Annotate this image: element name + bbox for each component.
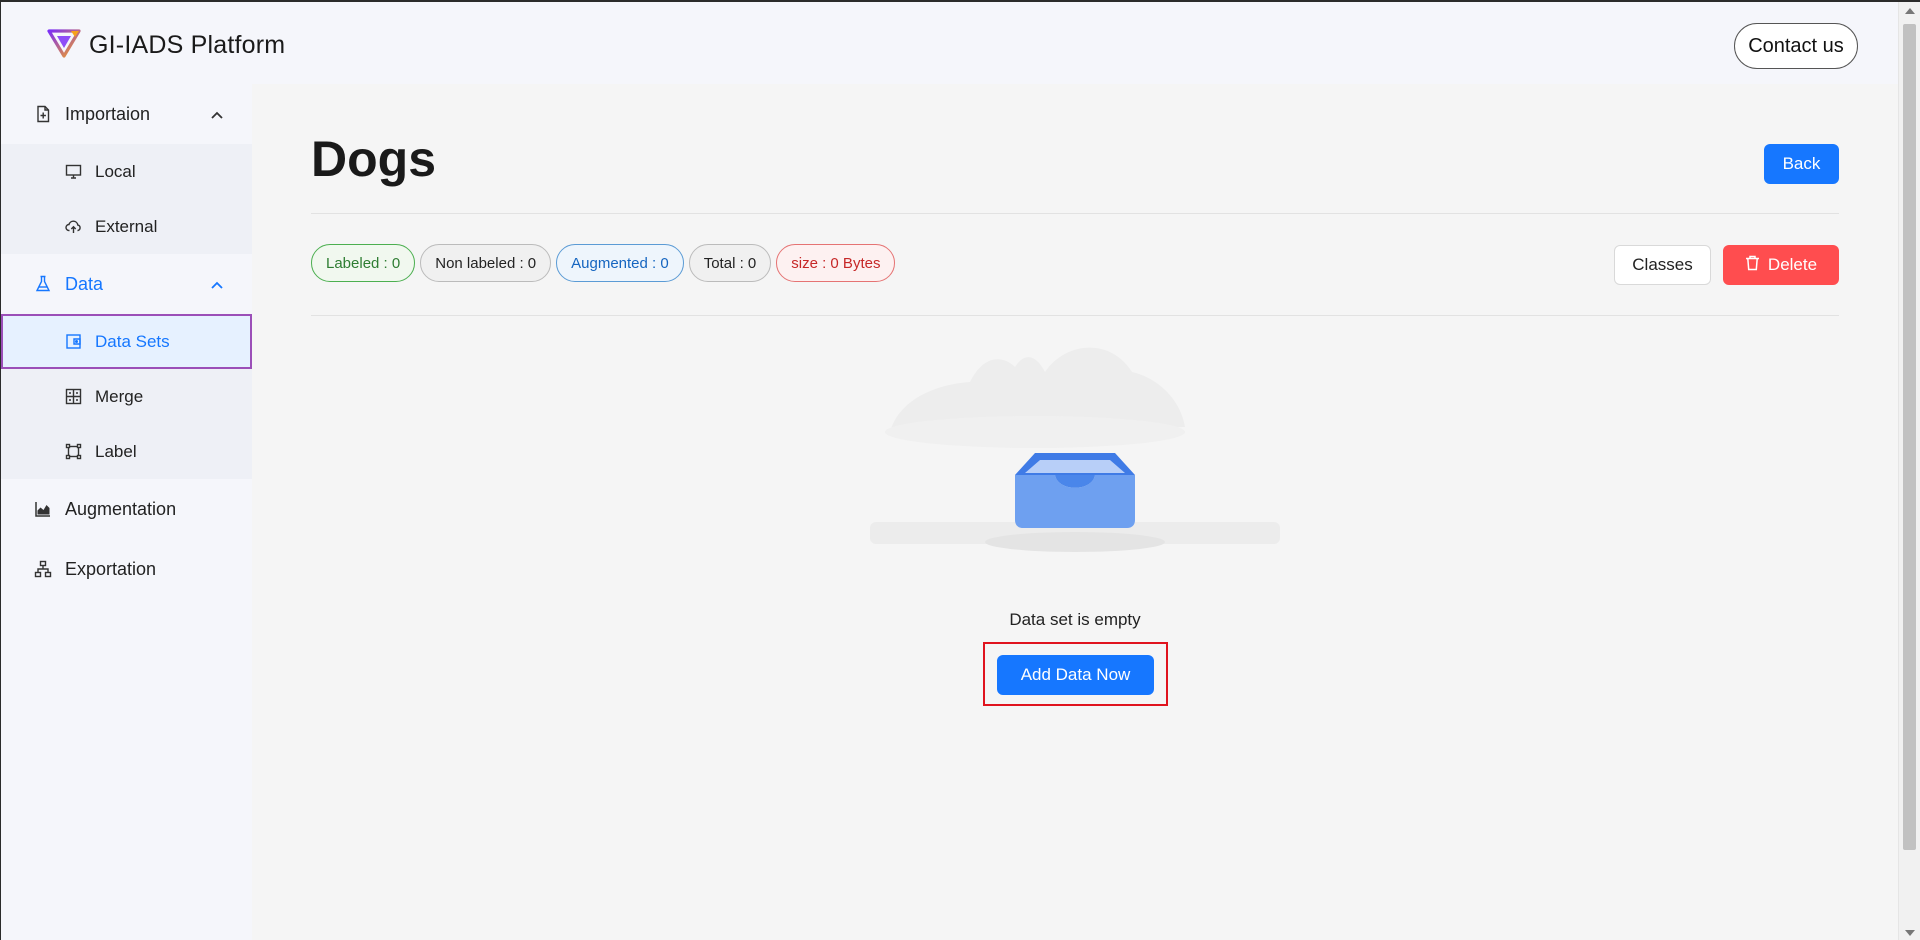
file-import-icon (34, 105, 52, 123)
divider (311, 213, 1839, 214)
sidebar-sublist-importaion: Local External (1, 144, 252, 254)
labeled-count-tag: Labeled : 0 (311, 244, 416, 282)
sidebar-item-label[interactable]: Label (1, 424, 252, 479)
delete-button[interactable]: Delete (1723, 245, 1839, 285)
divider (311, 315, 1839, 316)
dataset-icon (65, 333, 82, 350)
top-header: GI-IADS Platform Contact us (1, 2, 1898, 84)
cloud-upload-icon (65, 218, 82, 235)
contact-us-button[interactable]: Contact us (1734, 23, 1858, 69)
sidebar-item-merge[interactable]: Merge (1, 369, 252, 424)
empty-inbox-illustration (870, 342, 1280, 582)
augmented-count-tag: Augmented : 0 (556, 244, 684, 282)
sidebar-group-importaion[interactable]: Importaion (1, 84, 252, 144)
monitor-icon (65, 163, 82, 180)
stats-tags: Labeled : 0 Non labeled : 0 Augmented : … (311, 244, 896, 282)
sidebar-item-label: Data Sets (95, 331, 170, 351)
sidebar-item-external[interactable]: External (1, 199, 252, 254)
sidebar-item-label: Merge (95, 386, 144, 406)
area-chart-icon (34, 500, 52, 518)
vertical-scrollbar[interactable] (1898, 2, 1920, 940)
sidebar: Importaion Local External Data Data Sets… (1, 84, 252, 940)
scroll-up-icon[interactable] (1905, 8, 1915, 14)
scroll-thumb[interactable] (1903, 24, 1916, 850)
size-tag: size : 0 Bytes (776, 244, 896, 282)
sidebar-group-exportation[interactable]: Exportation (1, 539, 252, 599)
brand[interactable]: GI-IADS Platform (47, 28, 285, 62)
sitemap-icon (34, 560, 52, 578)
sidebar-item-label: External (95, 216, 158, 236)
chevron-up-icon[interactable] (210, 276, 224, 290)
sidebar-item-data-sets[interactable]: Data Sets (1, 314, 252, 369)
sidebar-group-augmentation[interactable]: Augmentation (1, 479, 252, 539)
delete-button-label: Delete (1767, 255, 1818, 274)
sidebar-group-data[interactable]: Data (1, 254, 252, 314)
merge-icon (65, 388, 82, 405)
total-count-tag: Total : 0 (688, 244, 772, 282)
sidebar-group-label: Augmentation (65, 498, 177, 519)
chevron-up-icon[interactable] (210, 106, 224, 120)
page-title: Dogs (311, 131, 436, 187)
highlight-box: Add Data Now (983, 642, 1168, 706)
label-icon (65, 443, 82, 460)
non-labeled-count-tag: Non labeled : 0 (420, 244, 552, 282)
sidebar-item-label: Local (95, 161, 136, 181)
sidebar-item-local[interactable]: Local (1, 144, 252, 199)
app-window: GI-IADS Platform Contact us Importaion L… (0, 0, 1920, 940)
sidebar-sublist-data: Data Sets Merge Label (1, 314, 252, 479)
logo-icon (47, 28, 81, 63)
sidebar-group-label: Data (65, 273, 104, 294)
scroll-down-icon[interactable] (1905, 930, 1915, 936)
trash-icon (1745, 255, 1760, 276)
sidebar-group-label: Importaion (65, 103, 151, 124)
empty-state-text: Data set is empty (1009, 610, 1141, 629)
brand-name: GI-IADS Platform (89, 30, 286, 59)
back-button[interactable]: Back (1764, 144, 1839, 184)
classes-button[interactable]: Classes (1614, 245, 1711, 285)
flask-icon (34, 275, 52, 293)
sidebar-item-label: Label (95, 441, 137, 461)
main-content: Dogs Back Labeled : 0 Non labeled : 0 Au… (252, 84, 1898, 940)
add-data-now-button[interactable]: Add Data Now (997, 655, 1154, 695)
sidebar-group-label: Exportation (65, 558, 157, 579)
